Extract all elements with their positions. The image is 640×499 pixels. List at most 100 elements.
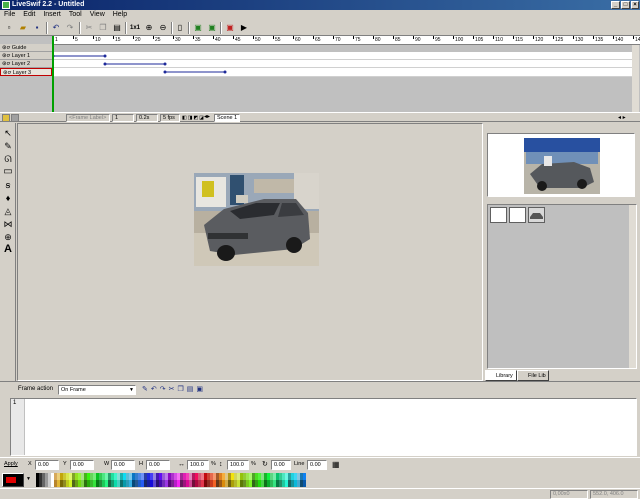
color-swatch[interactable] — [162, 473, 165, 480]
color-swatch[interactable] — [75, 480, 78, 487]
color-swatch[interactable] — [258, 473, 261, 480]
text-tool-icon[interactable]: A — [2, 243, 14, 255]
layer-row-layer2[interactable]: ⊛ơ Layer 2 — [0, 60, 52, 68]
color-swatch[interactable] — [105, 473, 108, 480]
color-swatch[interactable] — [108, 480, 111, 487]
color-swatch[interactable] — [48, 480, 51, 487]
color-swatch[interactable] — [81, 480, 84, 487]
color-swatch[interactable] — [93, 473, 96, 480]
zoom-actual-button[interactable]: 1x1 — [128, 22, 142, 34]
open-icon[interactable]: ▰ — [17, 22, 29, 34]
color-swatch[interactable] — [219, 473, 222, 480]
color-swatch[interactable] — [87, 473, 90, 480]
color-swatch[interactable] — [177, 473, 180, 480]
menu-view[interactable]: View — [86, 10, 109, 20]
color-swatch[interactable] — [159, 473, 162, 480]
color-swatch[interactable] — [57, 480, 60, 487]
color-swatch[interactable] — [252, 473, 255, 480]
color-swatch[interactable] — [228, 480, 231, 487]
cut-icon[interactable]: ✂ — [83, 22, 95, 34]
color-swatch[interactable] — [99, 473, 102, 480]
color-swatch[interactable] — [234, 480, 237, 487]
color-swatch[interactable] — [96, 473, 99, 480]
color-swatch[interactable] — [210, 480, 213, 487]
color-swatch[interactable] — [198, 473, 201, 480]
copy-icon[interactable]: ❐ — [97, 22, 109, 34]
delete-layer-icon[interactable] — [11, 114, 19, 122]
frame-event-select[interactable]: On Frame ▼ — [58, 385, 136, 395]
color-swatch[interactable] — [60, 480, 63, 487]
color-swatch[interactable] — [99, 480, 102, 487]
rotate-field[interactable]: 0.00 — [271, 460, 291, 470]
color-swatch[interactable] — [189, 480, 192, 487]
track-layer3[interactable] — [52, 68, 632, 77]
color-swatch[interactable] — [75, 473, 78, 480]
color-swatch[interactable] — [153, 473, 156, 480]
color-swatch[interactable] — [63, 473, 66, 480]
color-swatch[interactable] — [117, 480, 120, 487]
color-swatch[interactable] — [300, 473, 303, 480]
color-swatch[interactable] — [159, 480, 162, 487]
color-swatch[interactable] — [282, 480, 285, 487]
color-swatch[interactable] — [102, 480, 105, 487]
color-swatch[interactable] — [189, 473, 192, 480]
color-swatch[interactable] — [51, 473, 54, 480]
color-swatch[interactable] — [210, 473, 213, 480]
color-swatch[interactable] — [150, 473, 153, 480]
action-toolbar-icons[interactable]: ✎↶↷✂❐▤▣ — [142, 385, 206, 393]
color-swatch[interactable] — [246, 473, 249, 480]
color-swatch[interactable] — [273, 473, 276, 480]
color-swatch[interactable] — [183, 480, 186, 487]
color-swatch[interactable] — [90, 480, 93, 487]
color-swatch[interactable] — [303, 480, 306, 487]
color-swatch[interactable] — [240, 480, 243, 487]
color-swatch[interactable] — [294, 473, 297, 480]
color-swatch[interactable] — [129, 473, 132, 480]
color-swatch[interactable] — [204, 473, 207, 480]
color-swatch[interactable] — [96, 480, 99, 487]
color-swatch[interactable] — [42, 480, 45, 487]
color-swatch[interactable] — [201, 480, 204, 487]
timeline-tracks[interactable] — [51, 45, 632, 77]
color-swatch[interactable] — [135, 473, 138, 480]
color-swatch[interactable] — [60, 473, 63, 480]
arrow-tool-icon[interactable]: ↖ — [2, 127, 14, 139]
library-item-2[interactable] — [509, 207, 526, 223]
color-swatch[interactable] — [81, 473, 84, 480]
color-swatch[interactable] — [285, 473, 288, 480]
color-swatch[interactable] — [126, 480, 129, 487]
color-swatch[interactable] — [39, 480, 42, 487]
redo-icon[interactable]: ↷ — [64, 22, 76, 34]
color-swatch[interactable] — [120, 473, 123, 480]
color-swatch[interactable] — [219, 480, 222, 487]
color-swatch[interactable] — [84, 480, 87, 487]
layer-row-layer3[interactable]: ⊛ơ Layer 3 — [0, 68, 52, 76]
color-swatch[interactable] — [228, 473, 231, 480]
tab-library[interactable]: Library — [485, 370, 517, 381]
color-swatch[interactable] — [237, 473, 240, 480]
color-swatch[interactable] — [138, 480, 141, 487]
color-swatch[interactable] — [213, 480, 216, 487]
line-width-field[interactable]: 0.00 — [307, 460, 327, 470]
color-swatch[interactable] — [156, 480, 159, 487]
color-swatch[interactable] — [192, 473, 195, 480]
color-swatch[interactable] — [129, 480, 132, 487]
color-swatch[interactable] — [231, 480, 234, 487]
color-swatch[interactable] — [216, 480, 219, 487]
color-swatch[interactable] — [114, 480, 117, 487]
undo-icon[interactable]: ↶ — [50, 22, 62, 34]
color-swatch[interactable] — [174, 480, 177, 487]
color-swatch[interactable] — [288, 480, 291, 487]
menu-tool[interactable]: Tool — [65, 10, 86, 20]
fps-field[interactable]: 5 fps — [160, 114, 180, 122]
color-swatch[interactable] — [279, 473, 282, 480]
x-field[interactable]: 0.00 — [35, 460, 59, 470]
color-swatch[interactable] — [252, 480, 255, 487]
scale-y-field[interactable]: 100.0 — [227, 460, 249, 470]
color-swatch[interactable] — [105, 480, 108, 487]
color-swatch[interactable] — [204, 480, 207, 487]
save-icon[interactable]: ▪ — [31, 22, 43, 34]
page-icon[interactable]: ▯ — [174, 22, 186, 34]
color-swatch[interactable] — [84, 473, 87, 480]
track-layer1[interactable] — [51, 52, 632, 60]
